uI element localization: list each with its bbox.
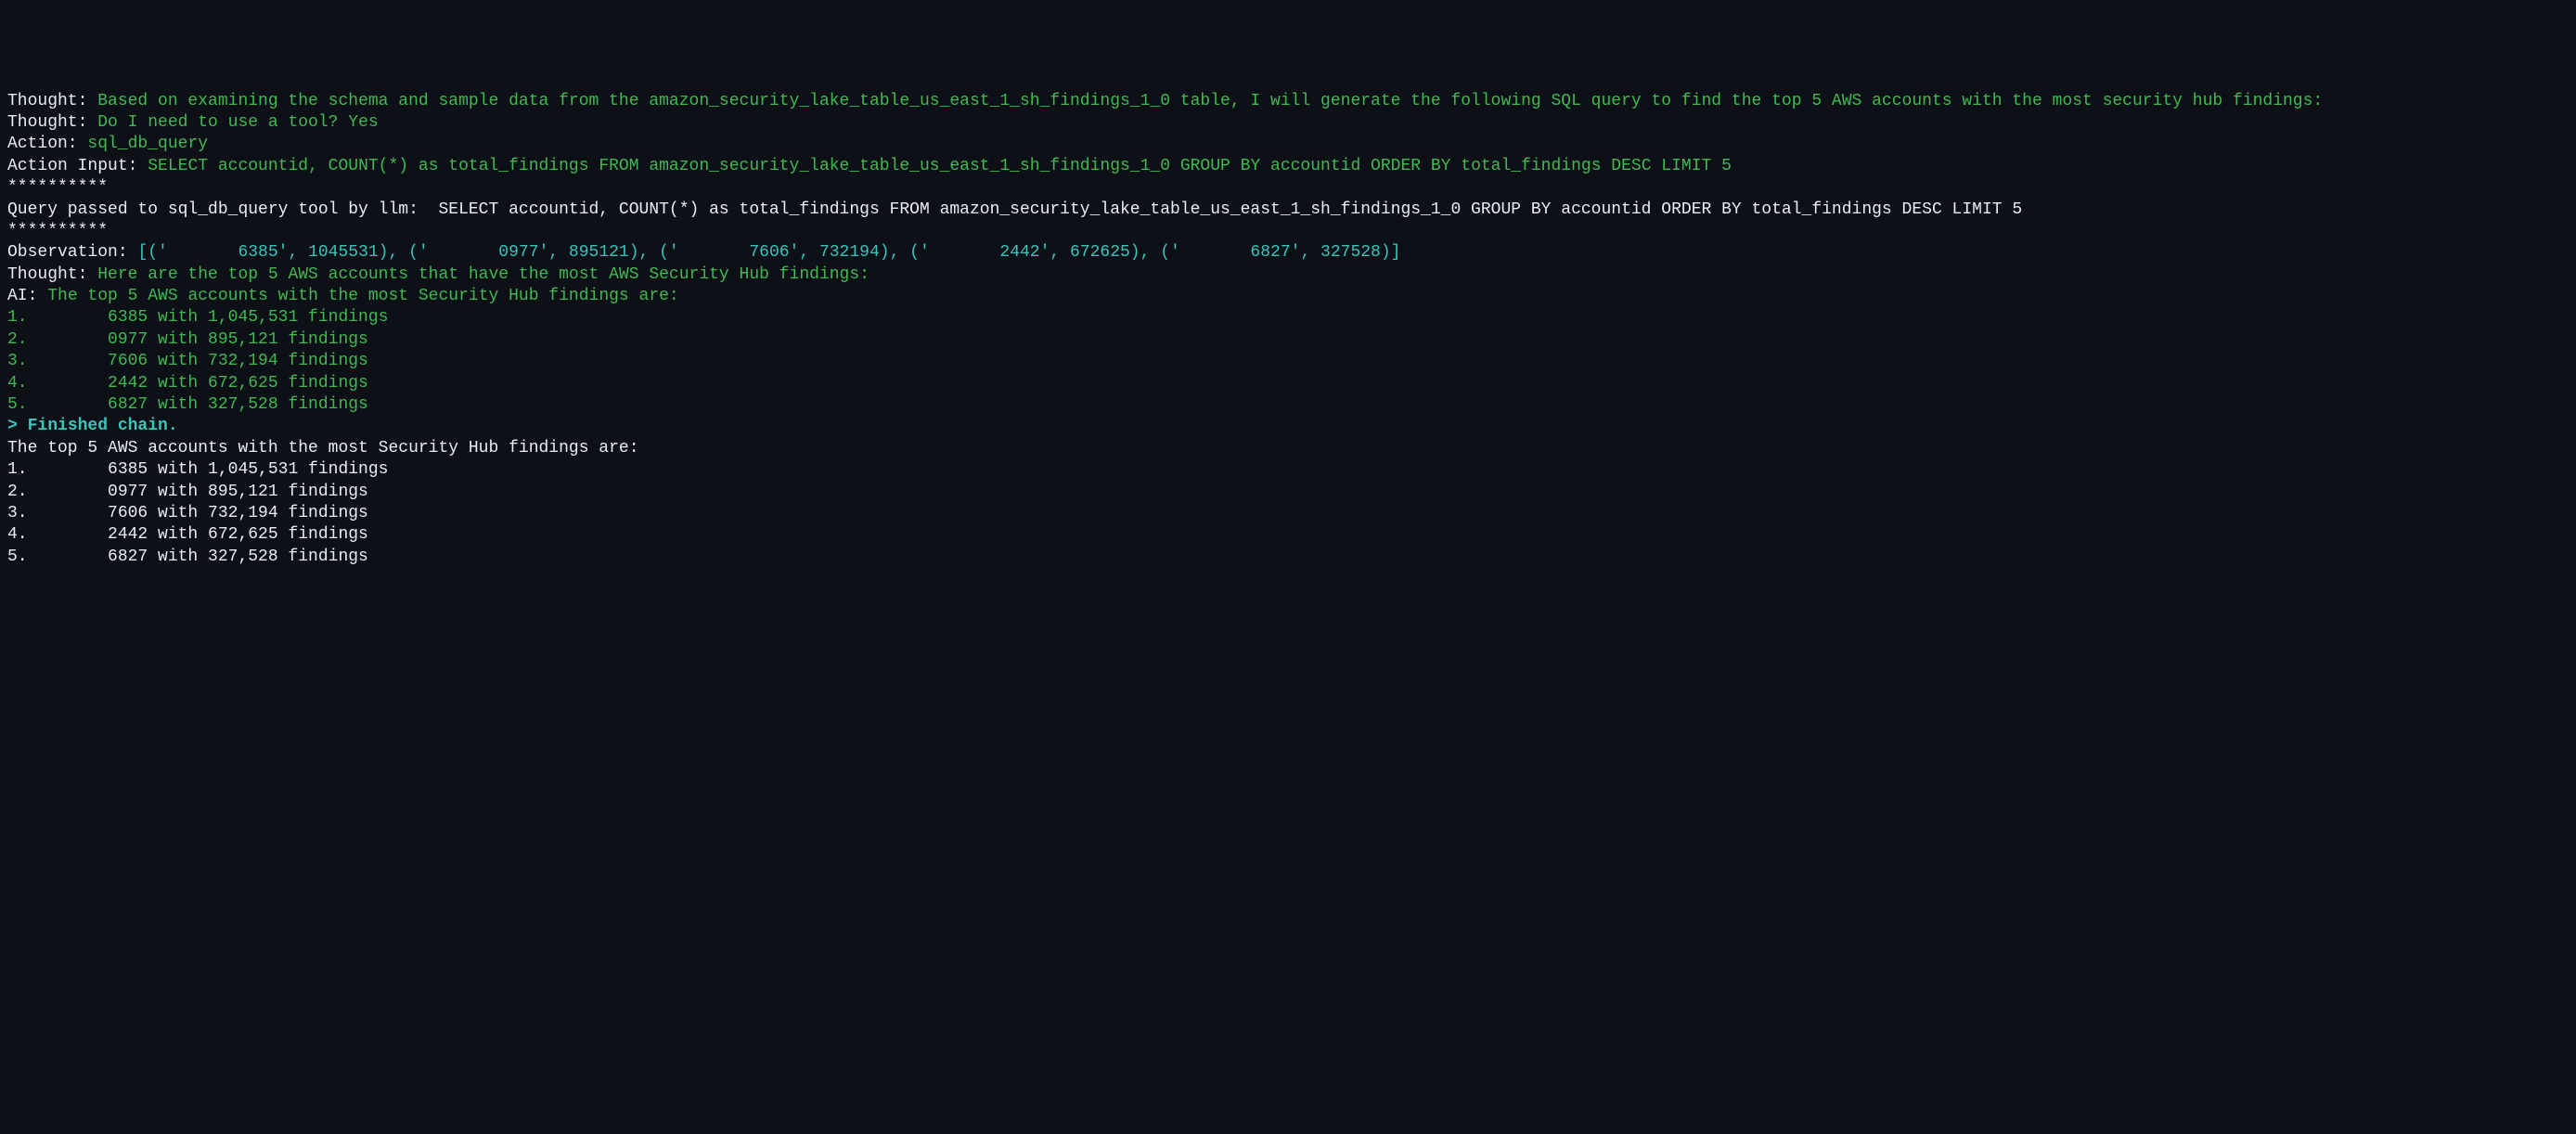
result-line-1: 1. 6385 with 1,045,531 findings [7,307,2569,329]
final-result-2: 2. 0977 with 895,121 findings [7,482,2569,503]
separator-stars: ********** [7,177,2569,199]
result-line-3: 3. 7606 with 732,194 findings [7,351,2569,372]
final-result-1: 1. 6385 with 1,045,531 findings [7,459,2569,481]
action-input-line: Action Input: SELECT accountid, COUNT(*)… [7,156,2569,177]
result-line-2: 2. 0977 with 895,121 findings [7,329,2569,351]
finished-chain-line: > Finished chain. [7,416,2569,437]
final-result-3: 3. 7606 with 732,194 findings [7,503,2569,524]
result-line-5: 5. 6827 with 327,528 findings [7,394,2569,416]
final-intro-line: The top 5 AWS accounts with the most Sec… [7,438,2569,459]
thought-line-1: Thought: Based on examining the schema a… [7,91,2569,112]
observation-line: Observation: [(' 6385', 1045531), (' 097… [7,242,2569,264]
action-input-text: SELECT accountid, COUNT(*) as total_find… [148,157,1732,175]
finished-marker: > [7,417,28,435]
thought-text: Based on examining the schema and sample… [97,92,2323,110]
terminal-output: Thought: Based on examining the schema a… [7,91,2569,569]
finished-text: Finished chain. [28,417,178,435]
query-passed-line: Query passed to sql_db_query tool by llm… [7,200,2569,221]
thought-text: Do I need to use a tool? Yes [97,113,378,132]
observation-text: [(' 6385', 1045531), (' 0977', 895121), … [137,243,1400,262]
action-line: Action: sql_db_query [7,134,2569,155]
observation-label: Observation: [7,243,137,262]
thought-label: Thought: [7,92,97,110]
ai-label: AI: [7,287,47,305]
thought-text: Here are the top 5 AWS accounts that hav… [97,265,869,284]
final-result-4: 4. 2442 with 672,625 findings [7,524,2569,546]
result-line-4: 4. 2442 with 672,625 findings [7,373,2569,394]
ai-text: The top 5 AWS accounts with the most Sec… [47,287,679,305]
separator-stars: ********** [7,221,2569,242]
thought-label: Thought: [7,265,97,284]
final-result-5: 5. 6827 with 327,528 findings [7,547,2569,568]
action-input-label: Action Input: [7,157,148,175]
thought-line-2: Thought: Do I need to use a tool? Yes [7,112,2569,134]
action-text: sql_db_query [87,135,208,153]
ai-line: AI: The top 5 AWS accounts with the most… [7,286,2569,307]
action-label: Action: [7,135,87,153]
thought-label: Thought: [7,113,97,132]
thought-line-3: Thought: Here are the top 5 AWS accounts… [7,264,2569,286]
